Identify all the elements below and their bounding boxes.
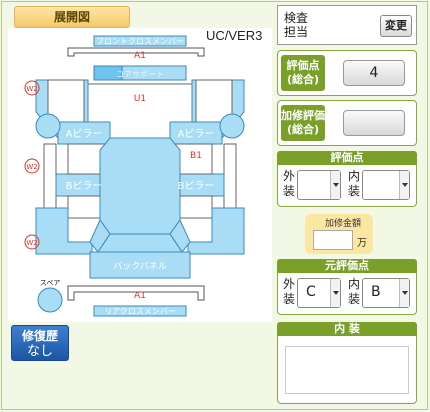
vehicle-diagram-svg[interactable]: フロントクロスメンバー コアサポート Aピラー Aピラー Bピラー Bピラー バ… — [8, 28, 272, 322]
back-panel-label: バックパネル — [113, 261, 167, 272]
front-cross-member-label: フロントクロスメンバー — [96, 37, 184, 46]
original-exterior-value: C — [306, 284, 316, 300]
original-exterior-label-1: 外 — [283, 277, 296, 291]
mark-u1: U1 — [134, 94, 146, 104]
mark-a1-top: A1 — [134, 51, 146, 61]
score-interior-label-1: 内 — [348, 169, 361, 183]
repair-history-value: なし — [26, 344, 53, 359]
inspector-box: 検査 担当 変更 — [277, 5, 417, 45]
model-version-label: UC/VER3 — [206, 28, 263, 43]
spare-label: スペア — [40, 279, 61, 287]
inspector-label-line2: 担当 — [284, 25, 309, 39]
rear-floor-part[interactable] — [97, 233, 183, 253]
mark-w2-1: W2 — [26, 85, 37, 93]
chevron-down-icon — [330, 171, 340, 199]
repair-history-title: 修復歴 — [21, 329, 58, 343]
interior-section-title: 内 装 — [277, 322, 417, 336]
wheel-front-right[interactable] — [219, 113, 245, 139]
repair-amount-input[interactable] — [313, 230, 353, 250]
original-interior-label-2: 装 — [348, 292, 361, 306]
wheel-front-left[interactable] — [35, 113, 61, 139]
score-exterior-select[interactable] — [297, 170, 341, 200]
side-rail-right[interactable] — [223, 143, 237, 209]
chevron-down-icon — [399, 279, 409, 307]
rear-cross-member-label: リアクロスメンバー — [104, 307, 176, 316]
inspector-label-line1: 検査 — [284, 11, 309, 25]
repair-score-label: 加修評価 (総合) — [281, 105, 325, 141]
mark-w2-2: W2 — [26, 163, 37, 171]
score-interior-select[interactable] — [362, 170, 410, 200]
score-interior-label: 内 装 — [348, 169, 360, 199]
repair-amount-unit: 万 — [357, 238, 367, 249]
repair-amount-box: 加修金額 万 — [305, 214, 373, 254]
repair-score-button[interactable] — [343, 110, 405, 136]
mark-a1-bottom: A1 — [134, 291, 146, 301]
core-support-label: コアサポート — [116, 70, 164, 79]
repair-history-button[interactable]: 修復歴 なし — [11, 325, 69, 361]
repair-amount-label: 加修金額 — [325, 219, 362, 229]
chevron-down-icon — [330, 279, 340, 307]
original-interior-value: B — [371, 284, 381, 300]
diagram-tab[interactable]: 展開図 — [14, 6, 130, 28]
overall-score-button[interactable]: 4 — [343, 60, 405, 86]
inspector-label: 検査 担当 — [284, 11, 308, 39]
b-pillar-left-label: Bピラー — [66, 180, 103, 192]
chevron-down-icon — [399, 171, 409, 199]
original-interior-select[interactable]: B — [362, 278, 410, 308]
overall-score-label-line1: 評価点 — [286, 59, 320, 72]
score-exterior-label: 外 装 — [283, 169, 295, 199]
original-exterior-select[interactable]: C — [297, 278, 341, 308]
mark-w2-3: W2 — [26, 239, 37, 247]
score-interior-label-2: 装 — [348, 184, 361, 198]
original-exterior-label: 外 装 — [283, 277, 295, 307]
overall-score-label-line2: (総合) — [286, 73, 320, 86]
change-inspector-button[interactable]: 変更 — [380, 15, 412, 37]
repair-score-label-line1: 加修評価 — [281, 109, 325, 122]
floor-panel[interactable] — [99, 137, 181, 235]
original-exterior-label-2: 装 — [283, 292, 296, 306]
score-exterior-label-1: 外 — [283, 169, 296, 183]
original-interior-label-1: 内 — [348, 277, 361, 291]
side-rail-left[interactable] — [43, 143, 57, 209]
repair-score-label-line2: (総合) — [286, 123, 320, 136]
score-exterior-label-2: 装 — [283, 184, 296, 198]
original-score-title: 元評価点 — [277, 259, 417, 273]
a-pillar-right-label: Aピラー — [178, 128, 215, 140]
original-interior-label: 内 装 — [348, 277, 360, 307]
overall-score-label: 評価点 (総合) — [281, 55, 325, 91]
mark-b1: B1 — [190, 151, 202, 161]
score-section-title: 評価点 — [277, 151, 417, 165]
vehicle-diagram[interactable]: フロントクロスメンバー コアサポート Aピラー Aピラー Bピラー Bピラー バ… — [8, 28, 272, 322]
interior-notes-textarea[interactable] — [285, 346, 409, 394]
b-pillar-right-label: Bピラー — [178, 180, 215, 192]
spare-tire-part[interactable] — [37, 287, 63, 313]
a-pillar-left-label: Aピラー — [66, 128, 103, 140]
